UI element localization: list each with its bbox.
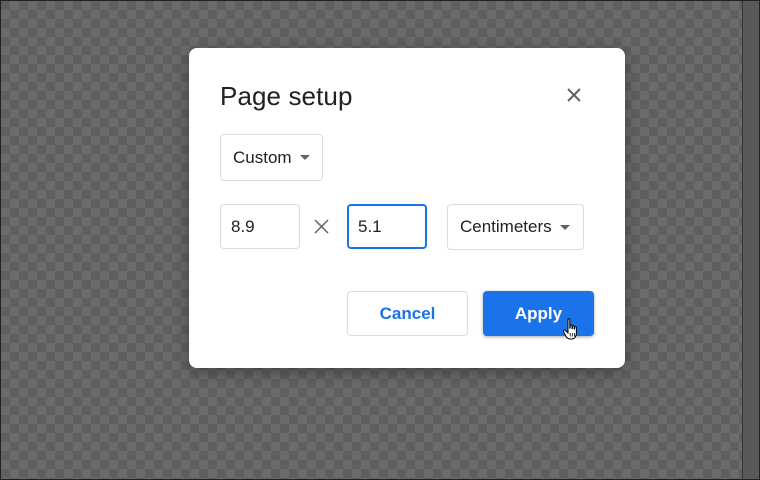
chevron-down-icon [299,155,310,160]
close-button[interactable] [559,80,589,110]
times-icon [314,219,329,234]
close-icon [567,88,581,102]
page-setup-dialog: Page setup Custom Centimeters Cancel App… [189,48,625,368]
preset-selected-label: Custom [233,147,292,167]
unit-dropdown[interactable]: Centimeters [447,204,584,250]
scrollbar-strip [742,1,759,479]
backdrop: Page setup Custom Centimeters Cancel App… [0,0,760,480]
cancel-button[interactable]: Cancel [347,291,468,336]
width-input[interactable] [220,204,300,249]
height-input[interactable] [347,204,427,249]
page-size-preset-dropdown[interactable]: Custom [220,134,323,181]
chevron-down-icon [559,224,570,230]
dialog-title: Page setup [220,81,353,111]
hand-pointer-icon [562,318,577,340]
unit-selected-label: Centimeters [460,217,552,236]
